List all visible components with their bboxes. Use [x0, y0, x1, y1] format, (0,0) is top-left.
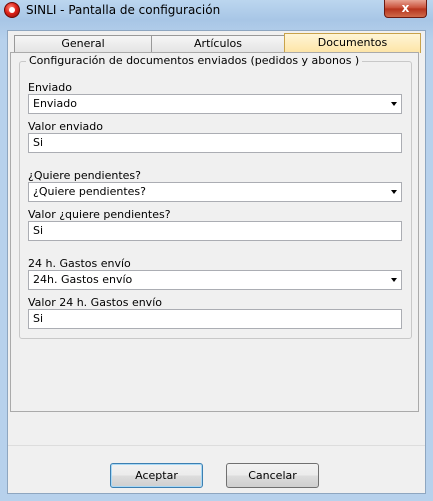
tab-articulos[interactable]: Artículos — [151, 35, 285, 52]
valor-enviado-label: Valor enviado — [28, 120, 103, 133]
documentos-panel: Configuración de documentos enviados (pe… — [10, 52, 419, 412]
dropdown-arrow-icon — [391, 102, 397, 106]
dropdown-arrow-icon — [391, 278, 397, 282]
pendientes-select[interactable]: ¿Quiere pendientes? — [28, 182, 402, 202]
config-window: SINLI - Pantalla de configuración x Gene… — [0, 0, 433, 501]
close-button[interactable]: x — [384, 0, 427, 18]
valor-pendientes-input[interactable]: Si — [28, 221, 402, 241]
valor-pendientes-label: Valor ¿quiere pendientes? — [28, 208, 171, 221]
cancel-button[interactable]: Cancelar — [226, 463, 319, 488]
accept-button[interactable]: Aceptar — [110, 463, 203, 488]
tab-strip: General Artículos Documentos — [10, 33, 421, 53]
enviado-select-value: Enviado — [33, 97, 77, 110]
tab-general[interactable]: General — [14, 35, 152, 52]
documentos-group: Configuración de documentos enviados (pe… — [19, 54, 412, 339]
pendientes-label: ¿Quiere pendientes? — [28, 169, 141, 182]
group-title: Configuración de documentos enviados (pe… — [26, 54, 363, 67]
gastos-envio-select[interactable]: 24h. Gastos envío — [28, 270, 402, 290]
app-icon — [4, 2, 20, 18]
client-area: General Artículos Documentos Configuraci… — [7, 30, 426, 494]
gastos-envio-label: 24 h. Gastos envío — [28, 257, 131, 270]
valor-gastos-envio-input[interactable]: Si — [28, 309, 402, 329]
window-title: SINLI - Pantalla de configuración — [26, 3, 221, 17]
dropdown-arrow-icon — [391, 190, 397, 194]
button-bar: Aceptar Cancelar — [8, 445, 425, 494]
valor-enviado-input[interactable]: Si — [28, 133, 402, 153]
pendientes-select-value: ¿Quiere pendientes? — [33, 185, 146, 198]
valor-gastos-envio-label: Valor 24 h. Gastos envío — [28, 296, 162, 309]
tab-documentos[interactable]: Documentos — [284, 33, 421, 53]
enviado-select[interactable]: Enviado — [28, 94, 402, 114]
gastos-envio-select-value: 24h. Gastos envío — [33, 273, 133, 286]
title-bar: SINLI - Pantalla de configuración x — [0, 0, 433, 22]
enviado-label: Enviado — [28, 81, 72, 94]
